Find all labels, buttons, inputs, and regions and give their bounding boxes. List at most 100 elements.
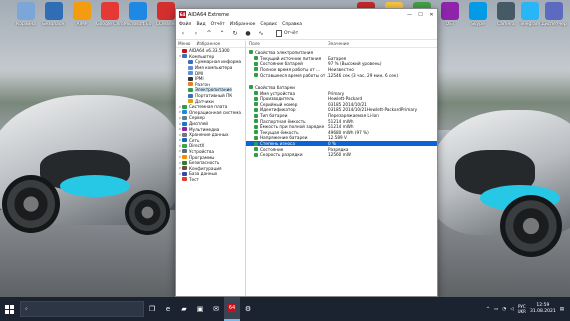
property-row[interactable]: Имя устройства Primary (246, 90, 437, 96)
taskbar-clock[interactable]: 12:59 31.08.2021 (530, 303, 556, 315)
menu-view[interactable]: Вид (196, 22, 205, 27)
taskbar-app-store[interactable]: ▣ (192, 297, 208, 321)
property-icon (254, 135, 258, 140)
start-button[interactable] (0, 297, 18, 321)
back-icon[interactable]: ‹ (179, 30, 187, 38)
desktop-icon[interactable]: DST (436, 2, 464, 36)
property-row[interactable]: Скорость разрядки 12560 mW (246, 152, 437, 158)
tree-item-label: Дисплей (189, 121, 209, 127)
volume-icon[interactable]: ◁ (510, 307, 513, 312)
minimize-button[interactable]: — (404, 9, 415, 20)
property-row[interactable]: Производитель Hewlett-Packard (246, 96, 437, 102)
property-value: Неизвестно (328, 66, 354, 72)
notifications-icon[interactable]: ▤ (560, 307, 564, 312)
tree-item-label: Разгон (195, 81, 210, 87)
property-field: Ёмкость при полной зарядке (246, 124, 328, 129)
desktop-icon[interactable]: Диспетчер (540, 2, 568, 36)
aida64-window: 64 AIDA64 Extreme — ☐ ✕ Файл Вид Отчёт И… (175, 8, 438, 297)
property-row[interactable]: Ёмкость при полной зарядке 51214 mWh (246, 124, 437, 130)
tree-item-icon (188, 65, 193, 70)
menu-favorites[interactable]: Избранное (230, 22, 256, 27)
tree-item-label: Портативный ПК (195, 93, 233, 99)
tab-favorites[interactable]: Избранное (196, 41, 220, 47)
desktop-icon[interactable]: Безопасн. (40, 2, 68, 36)
property-row[interactable]: Оставшееся время работы от ... 12546 сек … (246, 72, 437, 78)
tree-item-label: Системная плата (189, 104, 228, 110)
property-row[interactable]: Напряжение батареи 12.589 V (246, 135, 437, 141)
network-icon[interactable]: ◔ (502, 307, 506, 312)
skype-icon (469, 2, 487, 20)
taskbar-app-task-view[interactable]: ❐ (144, 297, 160, 321)
car-left-accent (60, 175, 130, 197)
battery-icon[interactable]: ▭ (494, 307, 498, 312)
maximize-button[interactable]: ☐ (415, 9, 426, 20)
property-field-label: Идентификатор (260, 107, 296, 113)
desktop-icon[interactable]: Skype (464, 2, 492, 36)
up-icon[interactable]: ^ (205, 30, 213, 38)
navigation-tree: AIDA64 v6.33.5300 ∨ Компьютер Суммарная инф… (176, 48, 245, 182)
property-field-label: Скорость разрядки (260, 152, 303, 158)
property-row[interactable]: Паспортная ёмкость 51214 mWh (246, 118, 437, 124)
tree-item-label: Суммарная информа (195, 59, 242, 65)
expand-icon[interactable]: ⌃ (218, 30, 226, 38)
property-row[interactable]: Текущая ёмкость 49680 mWh (97 %) (246, 130, 437, 136)
camera-icon (497, 2, 515, 20)
tab-menu[interactable]: Меню (178, 41, 190, 47)
property-icon (254, 102, 258, 107)
desktop-icon[interactable]: AIMP (68, 2, 96, 36)
taskbar-app-edge[interactable]: e (160, 297, 176, 321)
chrome-icon (101, 2, 119, 20)
property-row[interactable]: Идентификатор 03185 2014/10/21Hewlett-Pac… (246, 107, 437, 113)
property-row[interactable]: Текущий источник питания Батарея (246, 56, 437, 62)
property-row[interactable]: Степень износа 0 % (246, 140, 437, 147)
property-value: 12.589 V (328, 135, 347, 141)
property-field-label: Состояние (260, 146, 284, 152)
menu-tools[interactable]: Сервис (260, 22, 277, 27)
desktop-icon[interactable]: Корзина (12, 2, 40, 36)
property-field: Производитель (246, 96, 328, 101)
security-icon (45, 2, 63, 20)
window-titlebar[interactable]: 64 AIDA64 Extreme — ☐ ✕ (176, 9, 437, 20)
property-value: 97 % (Высокий уровень) (328, 61, 382, 67)
property-icon (254, 119, 258, 124)
language-indicator[interactable]: РУС UKR (518, 304, 526, 315)
column-value[interactable]: Значение (328, 41, 349, 47)
menu-file[interactable]: Файл (179, 22, 191, 27)
taskbar-search-box[interactable]: ⌕ (20, 301, 144, 317)
property-icon (254, 141, 258, 146)
content-panes: Меню Избранное AIDA64 v6.33.5300 ∨ Компьют… (176, 41, 437, 296)
tree-item[interactable]: Тест (176, 177, 245, 183)
desktop-icon[interactable]: Microsoft Edge (124, 2, 152, 36)
desktop-icon-label: AIMP (76, 22, 88, 27)
task-manager-icon (545, 2, 563, 20)
chart-icon[interactable]: ∿ (257, 30, 265, 38)
tray-chevron-icon[interactable]: ^ (486, 307, 490, 312)
property-row[interactable]: Состояние Разрядка (246, 146, 437, 152)
refresh-icon[interactable]: ↻ (231, 30, 239, 38)
menu-report[interactable]: Отчёт (211, 22, 225, 27)
property-row[interactable]: Состояние батарей 97 % (Высокий уровень) (246, 61, 437, 67)
tree-item-label: DirectX (189, 143, 205, 149)
property-value: Перезаряжаемая Li-Ion (328, 113, 379, 119)
property-field: Имя устройства (246, 91, 328, 96)
desktop-icon[interactable]: Google Chrome (96, 2, 124, 36)
tree-item-icon (182, 143, 187, 148)
property-value: Hewlett-Packard (328, 96, 363, 102)
property-row[interactable]: Серийный номер 03185 2014/10/21 (246, 102, 437, 108)
menu-help[interactable]: Справка (282, 22, 302, 27)
taskbar-app-aida64[interactable]: 64 (224, 297, 240, 321)
taskbar-app-settings[interactable]: ⚙ (240, 297, 256, 321)
property-row[interactable]: Полное время работы от ... Неизвестно (246, 67, 437, 73)
close-button[interactable]: ✕ (426, 9, 437, 20)
search-icon: ⌕ (25, 306, 28, 312)
property-icon (254, 96, 258, 101)
forward-icon[interactable]: › (192, 30, 200, 38)
user-icon[interactable]: ● (244, 30, 252, 38)
column-field[interactable]: Поле (246, 41, 328, 47)
property-value: 03185 2014/10/21Hewlett-PackardPrimary (328, 107, 418, 113)
tree-item-icon (188, 59, 193, 64)
property-row[interactable]: Тип батареи Перезаряжаемая Li-Ion (246, 113, 437, 119)
taskbar-app-file-explorer[interactable]: ▰ (176, 297, 192, 321)
report-button[interactable]: Отчёт (276, 30, 298, 37)
taskbar-app-mail[interactable]: ✉ (208, 297, 224, 321)
